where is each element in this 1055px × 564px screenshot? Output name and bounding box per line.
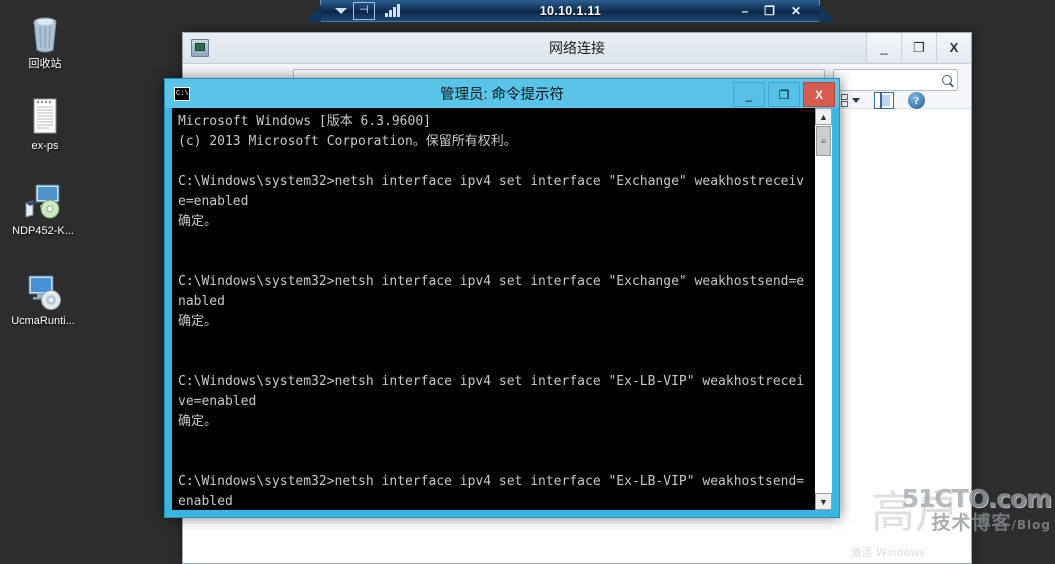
desktop-icon-recycle-bin[interactable]: 回收站 xyxy=(2,8,88,71)
help-icon: ? xyxy=(908,92,925,109)
desktop-icon-label: ex-ps xyxy=(31,140,59,152)
desktop-icon-label: NDP452-K... xyxy=(12,225,74,237)
minimize-button[interactable]: _ xyxy=(733,82,765,107)
desktop-background: 回收站 ex-ps NDP452-K... UcmaRunti... 网络连接 … xyxy=(0,0,1055,564)
rdp-host-title: 10.10.1.11 xyxy=(539,3,602,18)
scrollbar-track[interactable] xyxy=(815,156,832,493)
search-input[interactable] xyxy=(833,69,958,91)
desktop-icon-ucmaruntime[interactable]: UcmaRunti... xyxy=(0,265,86,328)
rdp-minimize-button[interactable]: – xyxy=(741,4,748,18)
cmd-window-controls: _ ❐ X xyxy=(730,82,835,107)
preview-pane-icon xyxy=(874,92,894,109)
rdp-window-controls: – ❐ ✕ xyxy=(741,4,819,18)
preview-pane-button[interactable] xyxy=(874,92,894,109)
cmd-titlebar[interactable]: C:\ 管理员: 命令提示符 _ ❐ X xyxy=(165,79,839,108)
pin-icon[interactable]: ⊣ xyxy=(353,1,375,20)
scroll-up-button[interactable]: ▲ xyxy=(815,108,832,125)
desktop-icon-label: 回收站 xyxy=(28,58,62,70)
installer-disc-icon xyxy=(0,175,86,221)
search-icon xyxy=(942,75,952,85)
desktop-icon-label: UcmaRunti... xyxy=(11,315,75,327)
recycle-bin-icon xyxy=(2,8,88,54)
rdp-close-button[interactable]: ✕ xyxy=(791,4,801,18)
network-window-titlebar[interactable]: 网络连接 _ ❐ X xyxy=(183,33,971,64)
command-prompt-window: C:\ 管理员: 命令提示符 _ ❐ X Microsoft Windows [… xyxy=(164,78,840,518)
desktop-icon-ex-ps[interactable]: ex-ps xyxy=(2,90,88,153)
network-window-title: 网络连接 xyxy=(549,40,605,56)
cmd-console-area: Microsoft Windows [版本 6.3.9600] (c) 2013… xyxy=(172,108,832,510)
scroll-down-button[interactable]: ▼ xyxy=(815,493,832,510)
rdp-connection-bar: ⊣ 10.10.1.11 – ❐ ✕ xyxy=(309,0,831,22)
chevron-down-icon[interactable] xyxy=(852,98,860,103)
console-scrollbar[interactable]: ▲ ≡ ▼ xyxy=(814,108,832,510)
installer-disc-icon xyxy=(0,265,86,311)
help-button[interactable]: ? xyxy=(908,92,925,109)
desktop-icon-ndp452[interactable]: NDP452-K... xyxy=(0,175,86,238)
toolbar-icons: ? xyxy=(833,92,925,109)
scrollbar-thumb[interactable]: ≡ xyxy=(816,126,831,156)
text-file-icon xyxy=(2,90,88,136)
chevron-down-icon[interactable] xyxy=(335,7,347,14)
console-output[interactable]: Microsoft Windows [版本 6.3.9600] (c) 2013… xyxy=(172,108,814,510)
close-button[interactable]: X xyxy=(803,82,835,107)
watermark-sub-en: /Blog xyxy=(1011,518,1051,532)
maximize-button[interactable]: ❐ xyxy=(768,82,800,107)
signal-bars-icon xyxy=(381,4,400,17)
rdp-left-controls: ⊣ xyxy=(321,1,400,20)
rdp-restore-button[interactable]: ❐ xyxy=(764,4,775,18)
